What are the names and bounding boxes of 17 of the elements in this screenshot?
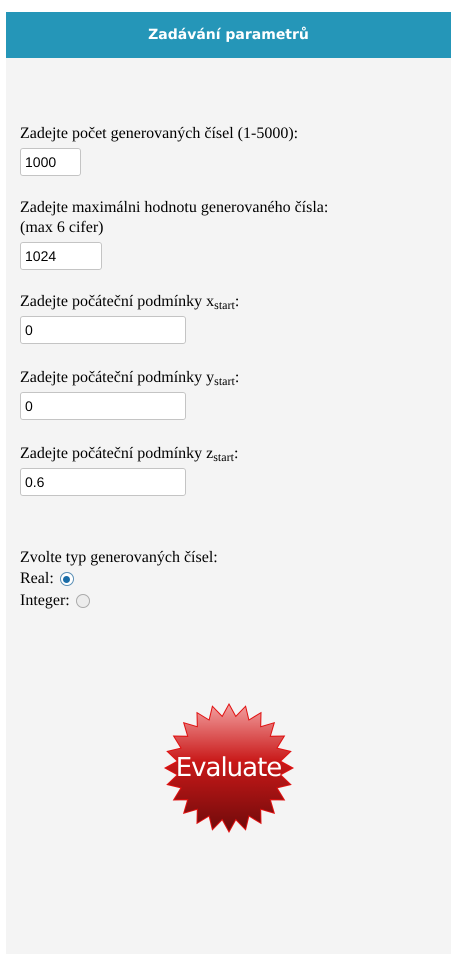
field-label: Zadejte počet generovaných čísel (1-5000): [20, 124, 298, 144]
radio-label: Integer: [20, 591, 70, 611]
header-title: Zadávání parametrů [148, 26, 309, 44]
field-label: Zadejte počáteční podmínky x$_{start}$: [20, 292, 240, 312]
field-label: Zadejte počáteční podmínky z$_{start}$: [20, 444, 238, 464]
field-note: (max 6 cifer) [20, 218, 104, 238]
input-field[interactable]: 0.6 [20, 468, 186, 496]
input-field[interactable]: 0 [20, 392, 186, 420]
radio-label: Real: [20, 569, 54, 589]
input-field[interactable]: 1024 [20, 242, 102, 270]
radio-button[interactable] [60, 572, 74, 586]
radio-button[interactable] [76, 594, 90, 608]
field-label: Zadejte počáteční podmínky y$_{start}$: [20, 368, 240, 388]
input-field[interactable]: 1000 [20, 148, 81, 176]
field-label: Zadejte maximálni hodnotu generovaného čísla: [20, 198, 328, 218]
input-field[interactable]: 0 [20, 316, 186, 344]
type-label: Zvolte typ generovaných čísel: [20, 548, 218, 568]
